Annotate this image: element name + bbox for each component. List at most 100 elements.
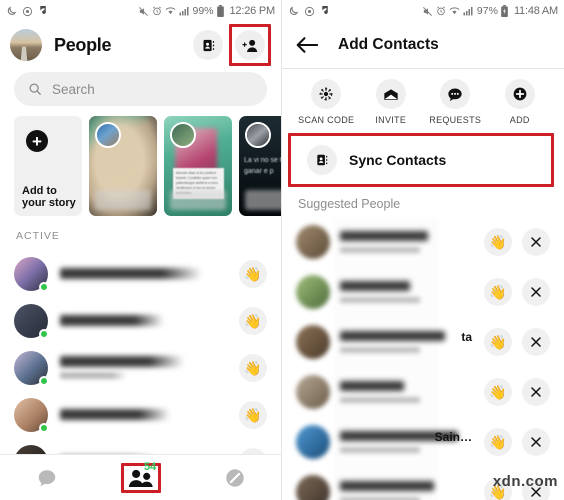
nav-chats[interactable] xyxy=(20,461,74,495)
right-screen-add-contacts: 97% 11:48 AM Add Contacts SCAN CODE INVI… xyxy=(282,0,564,500)
story-dog-photo[interactable] xyxy=(89,116,157,216)
close-icon[interactable] xyxy=(522,378,550,406)
avatar xyxy=(296,225,330,259)
quick-action-label: INVITE xyxy=(375,115,407,125)
suggested-people-list: 👋 👋 ta 👋 👋 Sain… 👋 👋 xyxy=(282,217,564,500)
quick-action-invite[interactable]: INVITE xyxy=(359,79,424,125)
avatar xyxy=(14,256,49,292)
suggested-visible-text: Sain… xyxy=(434,430,472,444)
page-title: Add Contacts xyxy=(338,36,439,53)
story-avatar-ring xyxy=(245,122,271,148)
contact-book-icon[interactable] xyxy=(193,30,223,60)
suggested-row[interactable]: 👋 xyxy=(282,217,564,267)
suggested-row[interactable]: Sain… 👋 xyxy=(282,417,564,467)
dnd-moon-icon xyxy=(288,6,299,17)
wave-hand-icon[interactable]: 👋 xyxy=(484,278,512,306)
plus-icon: + xyxy=(26,130,48,152)
wave-hand-icon[interactable]: 👋 xyxy=(239,259,267,288)
add-contacts-header: Add Contacts xyxy=(282,22,564,68)
add-person-icon[interactable] xyxy=(235,30,265,60)
contact-row[interactable]: 👋 xyxy=(0,250,281,297)
story-name-blur xyxy=(245,190,281,210)
alarm-icon xyxy=(436,6,446,16)
avatar xyxy=(14,303,49,339)
add-person-highlight-box xyxy=(229,24,271,66)
dual-screenshot-container: 99% 12:26 PM People Search + Add to your… xyxy=(0,0,564,500)
quick-actions-row: SCAN CODE INVITE REQUESTS ADD xyxy=(282,69,564,131)
avatar xyxy=(296,475,330,500)
people-header: People xyxy=(0,22,281,68)
story-dark-text[interactable]: La vi no se tra ganar e p xyxy=(239,116,282,216)
avatar xyxy=(14,397,49,433)
story-avatar-ring xyxy=(95,122,121,148)
close-icon[interactable] xyxy=(522,278,550,306)
close-icon[interactable] xyxy=(522,228,550,256)
back-arrow-icon[interactable] xyxy=(296,36,318,54)
close-icon[interactable] xyxy=(522,328,550,356)
online-dot xyxy=(39,328,49,339)
sync-contacts-button[interactable]: Sync Contacts xyxy=(295,140,547,180)
wave-hand-icon[interactable]: 👋 xyxy=(484,228,512,256)
wave-hand-icon[interactable]: 👋 xyxy=(239,400,267,429)
battery-percent: 99% xyxy=(192,5,214,17)
close-icon[interactable] xyxy=(522,428,550,456)
suggested-row[interactable]: ta 👋 xyxy=(282,317,564,367)
story-overlay-text: La vi no se tra ganar e p xyxy=(244,157,282,175)
suggested-name-blurred xyxy=(340,381,474,403)
contact-name-blurred xyxy=(60,315,227,326)
status-right-icons: 97% 11:48 AM xyxy=(422,5,558,17)
battery-charging-icon xyxy=(501,5,508,17)
wifi-icon xyxy=(449,6,460,16)
quick-action-add[interactable]: ADD xyxy=(488,79,553,125)
active-contacts-list: 👋 👋 👋 👋 👋 xyxy=(0,250,281,485)
bottom-navigation: 54 xyxy=(0,454,281,500)
left-status-bar: 99% 12:26 PM xyxy=(0,0,281,22)
story-person-green[interactable]: Aenean vitae ut leo pretium laoreet. Cur… xyxy=(164,116,232,216)
contact-row[interactable]: 👋 xyxy=(0,344,281,391)
suggested-name-blurred xyxy=(340,481,474,500)
avatar xyxy=(296,325,330,359)
quick-action-requests[interactable]: REQUESTS xyxy=(423,79,488,125)
page-title: People xyxy=(54,34,112,55)
wave-hand-icon[interactable]: 👋 xyxy=(484,378,512,406)
envelope-icon xyxy=(375,79,406,109)
contact-row[interactable]: 👋 xyxy=(0,391,281,438)
search-input[interactable]: Search xyxy=(14,72,267,106)
wifi-icon xyxy=(165,6,176,16)
status-left-icons xyxy=(6,5,49,17)
signal-icon xyxy=(463,6,474,16)
wave-hand-icon[interactable]: 👋 xyxy=(239,353,267,382)
alarm-icon xyxy=(152,6,162,16)
quick-action-label: SCAN CODE xyxy=(298,115,355,125)
story-name-blur xyxy=(95,190,151,210)
battery-full-icon xyxy=(216,5,224,17)
app-circle-icon xyxy=(22,6,33,17)
header-actions xyxy=(193,24,271,66)
quick-action-label: ADD xyxy=(509,115,530,125)
avatar xyxy=(296,375,330,409)
avatar[interactable] xyxy=(10,29,42,61)
active-section-label: ACTIVE xyxy=(16,230,60,242)
quick-action-scan-code[interactable]: SCAN CODE xyxy=(294,79,359,125)
suggested-row[interactable]: 👋 xyxy=(282,267,564,317)
suggested-name-blurred: Sain… xyxy=(340,430,474,453)
contact-row[interactable]: 👋 xyxy=(0,297,281,344)
suggested-visible-text: ta xyxy=(461,330,472,344)
nav-people[interactable]: 54 xyxy=(114,461,168,495)
wave-hand-icon[interactable]: 👋 xyxy=(484,328,512,356)
online-dot xyxy=(39,422,49,433)
stories-tray: + Add to your story Aenean vitae ut leo … xyxy=(0,116,281,216)
nav-discover[interactable] xyxy=(208,461,262,495)
sync-contacts-container: Sync Contacts xyxy=(282,131,564,187)
suggested-row[interactable]: 👋 xyxy=(282,367,564,417)
signal-icon xyxy=(179,6,190,16)
quick-action-label: REQUESTS xyxy=(429,115,482,125)
left-screen-people: 99% 12:26 PM People Search + Add to your… xyxy=(0,0,282,500)
story-add-to-your-story[interactable]: + Add to your story xyxy=(14,116,82,216)
battery-percent: 97% xyxy=(476,5,498,17)
suggested-people-label: Suggested People xyxy=(298,197,401,211)
wave-hand-icon[interactable]: 👋 xyxy=(484,428,512,456)
nav-people-highlight-box: 54 xyxy=(121,461,161,493)
wave-hand-icon[interactable]: 👋 xyxy=(239,306,267,335)
online-dot xyxy=(39,281,49,292)
